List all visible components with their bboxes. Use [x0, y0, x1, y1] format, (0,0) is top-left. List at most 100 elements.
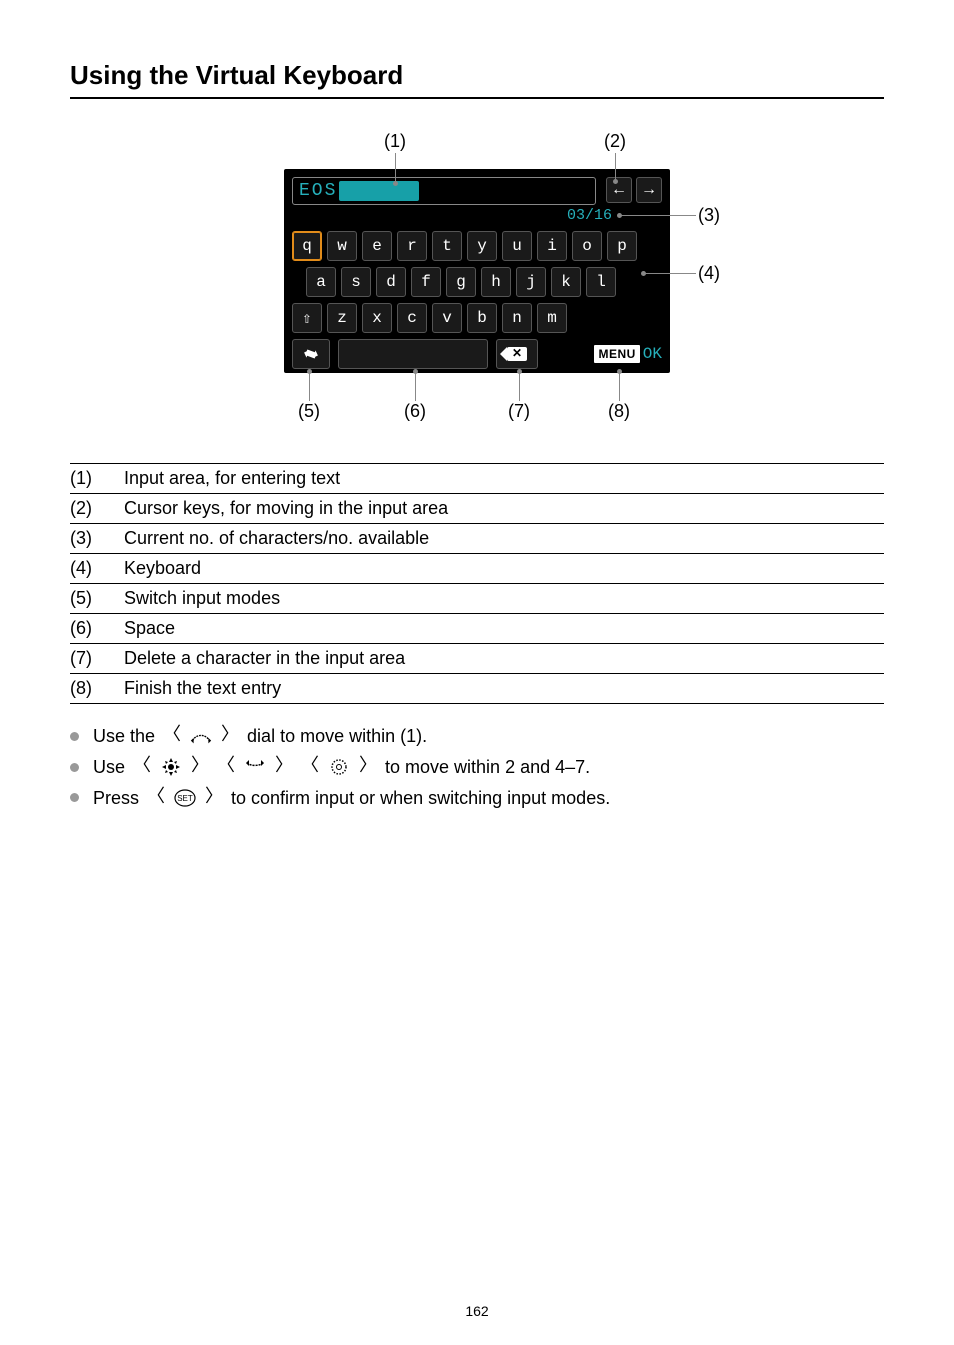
key-x[interactable]: x — [362, 303, 392, 333]
key-e[interactable]: e — [362, 231, 392, 261]
key-shift[interactable]: ⇧ — [292, 303, 322, 333]
multi-controller-icon — [159, 757, 183, 777]
instruction-line: Press 〈 SET 〉 to confirm input or when s… — [70, 784, 884, 813]
key-r[interactable]: r — [397, 231, 427, 261]
key-g[interactable]: g — [446, 267, 476, 297]
bullet-icon — [70, 732, 79, 741]
legend-row: (7)Delete a character in the input area — [70, 644, 884, 674]
camera-screen: EOS ← → 03/16 q w e r t — [284, 169, 670, 373]
legend-text: Finish the text entry — [124, 674, 884, 704]
callout-3: (3) — [698, 205, 720, 226]
ok-label: OK — [643, 345, 662, 363]
page-title: Using the Virtual Keyboard — [70, 60, 884, 99]
legend-row: (4)Keyboard — [70, 554, 884, 584]
key-u[interactable]: u — [502, 231, 532, 261]
leader-7-dot — [517, 369, 522, 374]
space-key[interactable] — [338, 339, 488, 369]
leader-2-dot — [613, 179, 618, 184]
callout-6: (6) — [404, 401, 426, 422]
key-a[interactable]: a — [306, 267, 336, 297]
bullet-icon — [70, 793, 79, 802]
leader-1-dot — [393, 181, 398, 186]
key-m[interactable]: m — [537, 303, 567, 333]
legend-num: (3) — [70, 524, 124, 554]
key-w[interactable]: w — [327, 231, 357, 261]
leader-5-dot — [307, 369, 312, 374]
key-v[interactable]: v — [432, 303, 462, 333]
key-z[interactable]: z — [327, 303, 357, 333]
legend-text: Space — [124, 614, 884, 644]
legend-num: (1) — [70, 464, 124, 494]
legend-row: (5)Switch input modes — [70, 584, 884, 614]
key-p[interactable]: p — [607, 231, 637, 261]
key-c[interactable]: c — [397, 303, 427, 333]
leader-8 — [619, 371, 620, 401]
key-d[interactable]: d — [376, 267, 406, 297]
finish-entry[interactable]: MENU OK — [594, 345, 662, 363]
legend-table: (1)Input area, for entering text (2)Curs… — [70, 463, 884, 704]
legend-row: (2)Cursor keys, for moving in the input … — [70, 494, 884, 524]
key-f[interactable]: f — [411, 267, 441, 297]
quick-control-dial-2-icon — [327, 757, 351, 777]
key-s[interactable]: s — [341, 267, 371, 297]
main-dial-icon — [189, 726, 213, 746]
key-o[interactable]: o — [572, 231, 602, 261]
key-y[interactable]: y — [467, 231, 497, 261]
angle-open: 〈 — [217, 753, 235, 782]
key-row-1: q w e r t y u i o p — [292, 231, 662, 261]
legend-row: (6)Space — [70, 614, 884, 644]
key-b[interactable]: b — [467, 303, 497, 333]
instruction-line: Use the 〈 〉 dial to move within (1). — [70, 722, 884, 751]
key-l[interactable]: l — [586, 267, 616, 297]
leader-1 — [395, 153, 396, 183]
svg-text:SET: SET — [177, 794, 193, 803]
angle-close: 〉 — [205, 784, 223, 813]
bottom-row: ✕ MENU OK — [292, 339, 662, 369]
leader-7 — [519, 371, 520, 401]
cursor-right-button[interactable]: → — [636, 177, 662, 203]
leader-3 — [620, 215, 696, 216]
text: to confirm input or when switching input… — [231, 784, 610, 813]
text-input-area[interactable]: EOS — [292, 177, 596, 205]
page: Using the Virtual Keyboard (1) (2) (3) (… — [0, 0, 954, 1345]
switch-input-mode-button[interactable] — [292, 339, 330, 369]
callout-2: (2) — [604, 131, 626, 152]
legend-num: (7) — [70, 644, 124, 674]
cursor-left-button[interactable]: ← — [606, 177, 632, 203]
key-j[interactable]: j — [516, 267, 546, 297]
legend-text: Keyboard — [124, 554, 884, 584]
legend-text: Current no. of characters/no. available — [124, 524, 884, 554]
legend-row: (3)Current no. of characters/no. availab… — [70, 524, 884, 554]
angle-close: 〉 — [359, 753, 377, 782]
legend-num: (6) — [70, 614, 124, 644]
leader-6-dot — [413, 369, 418, 374]
callout-5: (5) — [298, 401, 320, 422]
text: to move within 2 and 4–7. — [385, 753, 590, 782]
figure-wrapper: (1) (2) (3) (4) (5) (6) (7) (8) — [70, 169, 884, 423]
key-i[interactable]: i — [537, 231, 567, 261]
callout-8: (8) — [608, 401, 630, 422]
page-number: 162 — [0, 1303, 954, 1319]
key-h[interactable]: h — [481, 267, 511, 297]
leader-6 — [415, 371, 416, 401]
key-n[interactable]: n — [502, 303, 532, 333]
instructions: Use the 〈 〉 dial to move within (1). Use… — [70, 722, 884, 812]
legend-text: Switch input modes — [124, 584, 884, 614]
menu-badge: MENU — [594, 345, 639, 363]
legend-row: (1)Input area, for entering text — [70, 464, 884, 494]
callout-4: (4) — [698, 263, 720, 284]
leader-5 — [309, 371, 310, 401]
legend-num: (5) — [70, 584, 124, 614]
legend-num: (2) — [70, 494, 124, 524]
backspace-icon: ✕ — [507, 347, 527, 361]
angle-close: 〉 — [221, 722, 239, 751]
input-mode-icon — [301, 345, 321, 363]
key-t[interactable]: t — [432, 231, 462, 261]
leader-2 — [615, 153, 616, 181]
delete-key[interactable]: ✕ — [496, 339, 538, 369]
leader-4-dot — [641, 271, 646, 276]
key-q[interactable]: q — [292, 231, 322, 261]
bullet-icon — [70, 763, 79, 772]
text: Use the — [93, 722, 155, 751]
key-k[interactable]: k — [551, 267, 581, 297]
